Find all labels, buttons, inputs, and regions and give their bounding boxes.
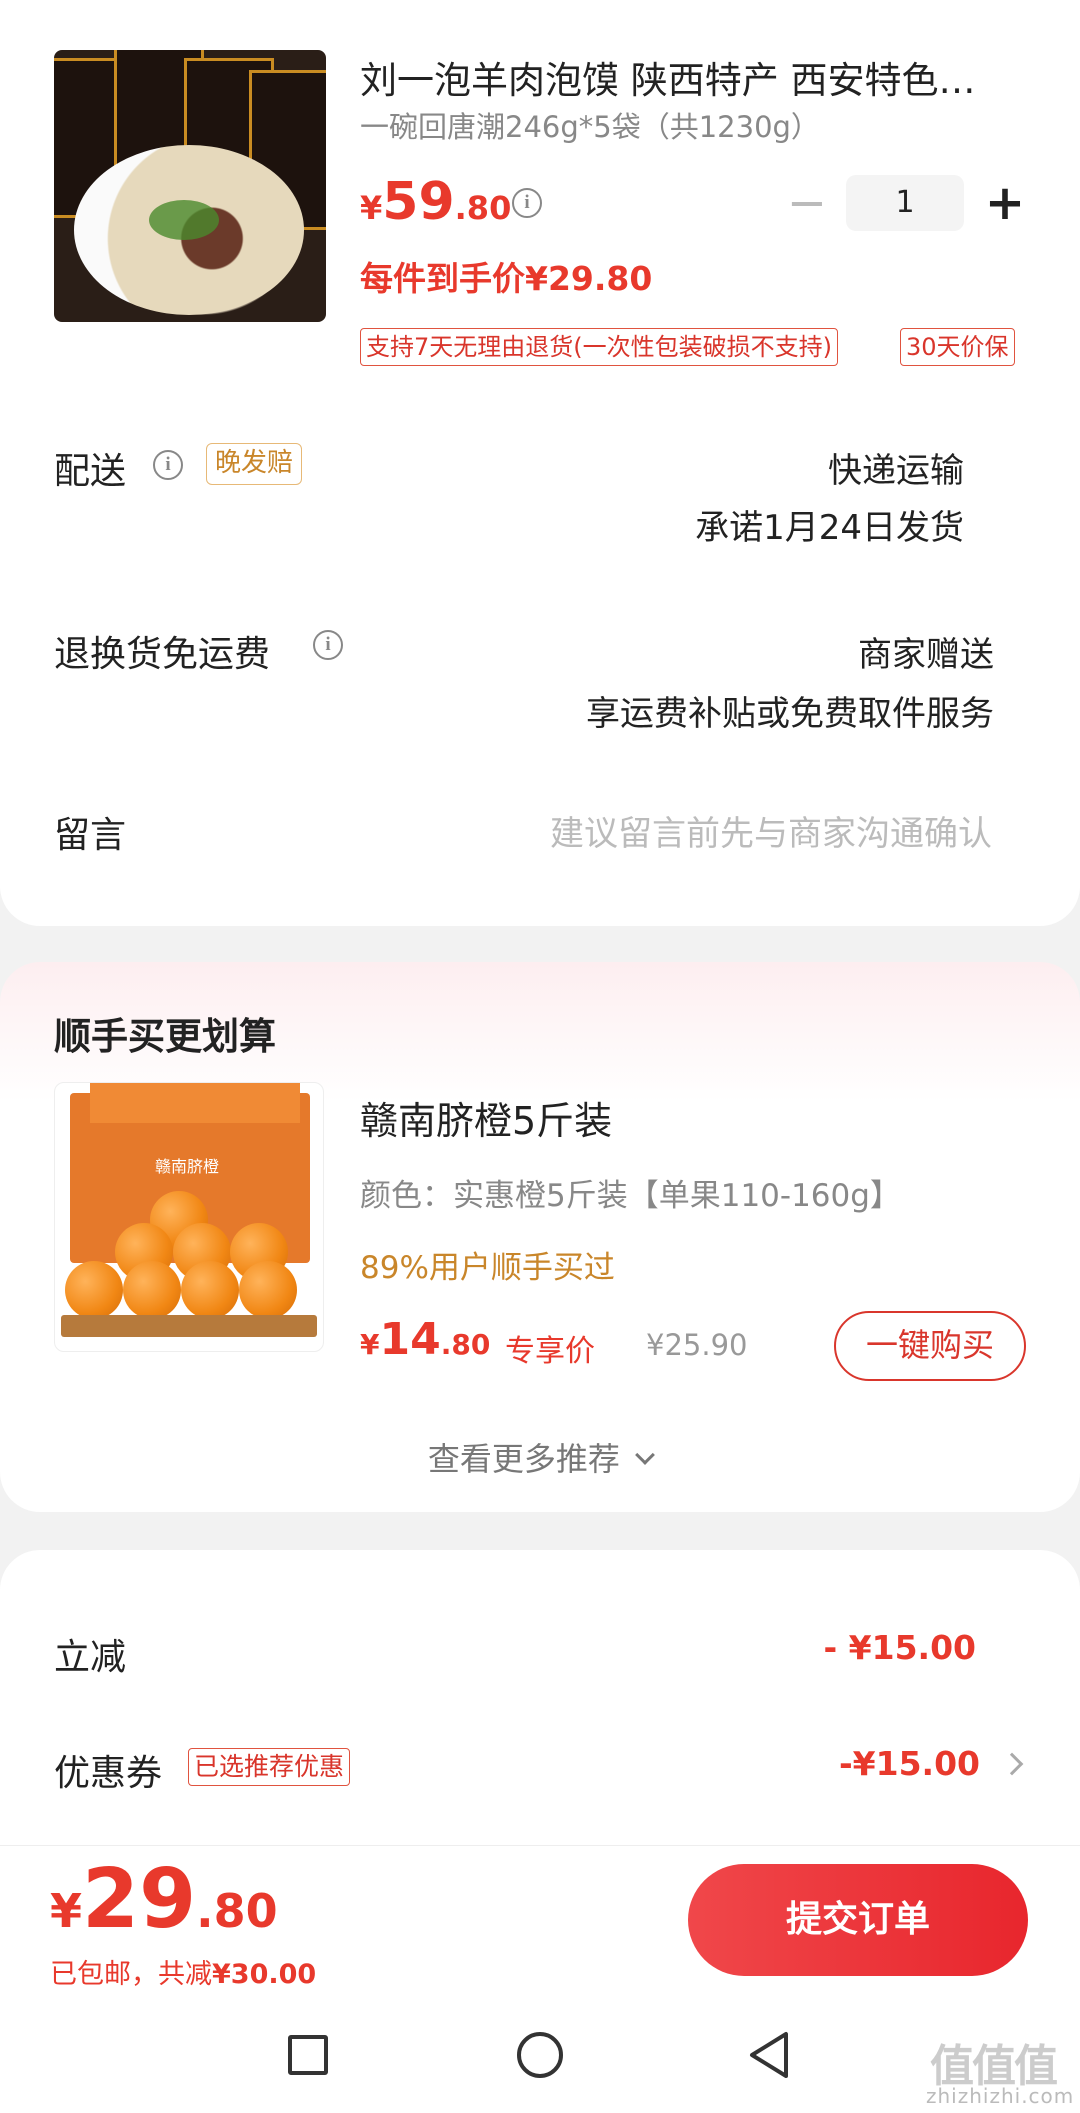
return-shipping-label: 退换货免运费 xyxy=(54,634,271,675)
orange-fruit xyxy=(65,1261,123,1319)
product-spec[interactable]: 一碗回唐潮246g*5袋（共1230g） xyxy=(360,104,1020,146)
price-integer: 14 xyxy=(379,1314,441,1365)
back-icon[interactable] xyxy=(746,2030,792,2080)
late-compensation-badge: 晚发赔 xyxy=(206,443,303,485)
currency-symbol: ¥ xyxy=(50,1884,83,1938)
discount-value: - ¥15.00 xyxy=(823,1628,976,1667)
product-card: 刘一泡羊肉泡馍 陕西特产 西安特色… 一碗回唐潮246g*5袋（共1230g） … xyxy=(0,0,1080,926)
price-decimal: .80 xyxy=(196,1884,278,1938)
addon-original-price: ¥25.90 xyxy=(646,1328,748,1362)
price-protection-tag: 30天价保 xyxy=(900,328,1015,366)
delivery-method[interactable]: 快递运输 xyxy=(828,443,964,492)
product-thumbnail[interactable] xyxy=(54,50,326,322)
delivery-label: 配送 xyxy=(54,451,127,492)
more-recommendations-label: 查看更多推荐 xyxy=(427,1440,620,1478)
price-decimal: .80 xyxy=(440,1328,491,1361)
box-brand-text: 赣南脐橙 xyxy=(155,1157,220,1176)
orange-box-lid xyxy=(90,1083,300,1123)
return-shipping-value[interactable]: 商家赠送 xyxy=(858,627,994,676)
watermark-url: zhizhizhi.com xyxy=(926,2084,1075,2108)
addon-social-proof: 89%用户顺手买过 xyxy=(360,1250,615,1286)
addon-item-spec[interactable]: 颜色：实惠橙5斤装【单果110-160g】 xyxy=(360,1170,901,1215)
info-icon[interactable]: i xyxy=(512,188,542,218)
discount-label: 立减 xyxy=(54,1637,127,1678)
more-recommendations-link[interactable]: 查看更多推荐 xyxy=(0,1434,1080,1480)
return-shipping-desc[interactable]: 享运费补贴或免费取件服务 xyxy=(586,686,994,735)
quantity-increase-button[interactable]: + xyxy=(977,175,1033,231)
orange-fruit xyxy=(181,1261,239,1319)
coupon-label: 优惠券 xyxy=(54,1753,163,1794)
info-icon[interactable]: i xyxy=(153,450,183,480)
divider xyxy=(0,1845,1080,1846)
addon-title: 顺手买更划算 xyxy=(54,1015,276,1058)
submit-order-button[interactable]: 提交订单 xyxy=(688,1864,1028,1976)
final-price: 每件到手价¥29.80 xyxy=(360,259,653,298)
coupon-value[interactable]: -¥15.00 xyxy=(839,1744,980,1783)
addon-thumbnail[interactable]: 赣南脐橙 xyxy=(54,1082,324,1352)
orange-fruit xyxy=(123,1261,181,1319)
return-policy-tag: 支持7天无理由退货(一次性包装破损不支持) xyxy=(360,328,838,366)
garnish-image xyxy=(149,200,219,240)
orange-fruit xyxy=(239,1261,297,1319)
price-integer: 29 xyxy=(82,1852,197,1947)
shipping-summary: 已包邮，共减¥30.00 xyxy=(50,1952,316,1991)
price-integer: 59 xyxy=(382,172,455,232)
product-title[interactable]: 刘一泡羊肉泡馍 陕西特产 西安特色… xyxy=(360,50,1020,104)
shipping-note: 已包邮，共减 xyxy=(50,1959,212,1990)
recent-apps-icon[interactable] xyxy=(288,2035,328,2075)
currency-symbol: ¥ xyxy=(360,1328,380,1361)
info-icon[interactable]: i xyxy=(313,630,343,660)
one-click-buy-button[interactable]: 一键购买 xyxy=(834,1311,1026,1381)
total-saved: ¥30.00 xyxy=(212,1959,317,1990)
quantity-value[interactable]: 1 xyxy=(846,175,964,231)
addon-price: ¥14.80 xyxy=(360,1314,490,1365)
currency-symbol: ¥ xyxy=(360,189,383,227)
delivery-promise[interactable]: 承诺1月24日发货 xyxy=(695,500,964,549)
home-icon[interactable] xyxy=(517,2032,563,2078)
product-price: ¥59.80 xyxy=(360,172,511,232)
addon-item-title[interactable]: 赣南脐橙5斤装 xyxy=(360,1090,612,1145)
coupon-badge: 已选推荐优惠 xyxy=(188,1748,351,1786)
price-decimal: .80 xyxy=(454,189,512,227)
addon-price-tag: 专享价 xyxy=(505,1334,595,1369)
total-price: ¥29.80 xyxy=(50,1852,278,1947)
message-input[interactable]: 建议留言前先与商家沟通确认 xyxy=(550,806,992,855)
wooden-tray xyxy=(61,1315,317,1337)
message-label: 留言 xyxy=(54,815,127,856)
chevron-down-icon xyxy=(635,1445,655,1465)
quantity-decrease-button[interactable]: − xyxy=(779,175,835,231)
